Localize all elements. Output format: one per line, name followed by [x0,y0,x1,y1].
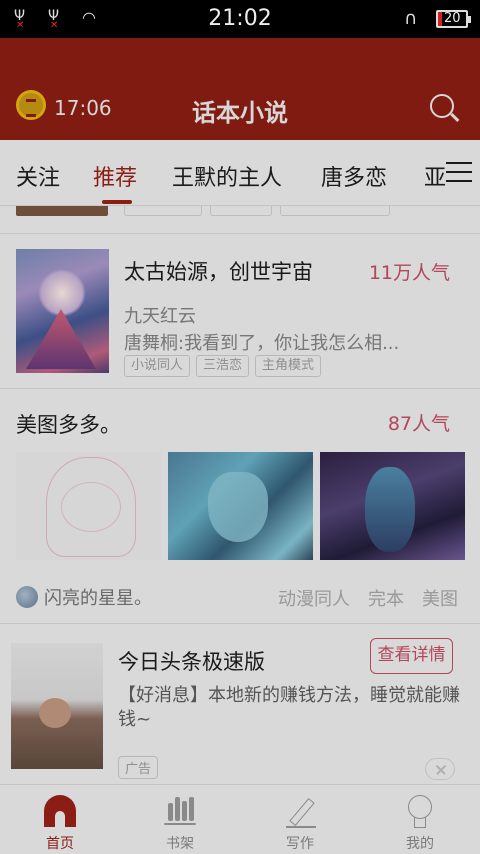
battery-level: 20 [444,11,461,26]
gallery-title[interactable]: 美图多多。 [16,409,121,439]
ad-details-button[interactable]: 查看详情 [370,638,453,674]
status-bar: Ψ ✕ Ψ ✕ ◠ 21:02 ∩ 20 [0,0,480,38]
nav-home[interactable]: 首页 [0,785,120,854]
book-tags: 小说同人 三浩恋 主角模式 [124,355,322,377]
tab-wangmo-master[interactable]: 王默的主人 [172,160,282,192]
gallery-author[interactable]: 闪亮的星星。 [16,584,152,610]
ad-title[interactable]: 今日头条极速版 [118,646,265,676]
active-tab-indicator [102,200,132,204]
tag[interactable]: 完本 [368,585,404,611]
book-excerpt: 唐舞桐:我看到了，你让我怎么相... [124,333,400,354]
gallery-tags: 动漫同人 完本 美图 [278,585,458,611]
tag[interactable]: 小说同人 [124,355,191,377]
tag[interactable]: 三浩恋 [196,355,250,377]
nav-label: 首页 [46,836,74,852]
feed: 太古始源，创世宇宙 11万人气 九天红云 唐舞桐:我看到了，你让我怎么相... … [0,206,480,784]
book-cover[interactable] [16,249,109,373]
bottom-nav: 首页 书架 写作 我的 [0,784,480,854]
nav-bookshelf[interactable]: 书架 [120,785,240,854]
nav-label: 我的 [406,836,434,852]
ad-image[interactable] [11,643,103,769]
tab-recommend[interactable]: 推荐 [93,160,137,192]
page-title: 话本小说 [192,99,288,127]
tag[interactable]: 动漫同人 [278,585,350,611]
nav-write[interactable]: 写作 [240,785,360,854]
book-author: 九天红云 [124,306,196,327]
avatar [16,586,38,608]
search-icon[interactable] [430,94,454,118]
close-icon[interactable] [425,758,455,780]
nav-label: 书架 [166,836,194,852]
ad-label: 广告 [118,756,159,779]
home-icon [44,795,76,827]
gallery-image[interactable] [16,452,161,560]
book-cover [16,206,108,216]
nav-profile[interactable]: 我的 [360,785,480,854]
tag[interactable]: 主角模式 [255,355,322,377]
tag[interactable]: 美图 [422,585,458,611]
gallery-popularity: 87人气 [387,413,450,435]
tab-follow[interactable]: 关注 [16,160,60,192]
tab-bar: 关注 推荐 王默的主人 唐多恋 亚 [0,140,480,206]
ad-card[interactable]: 今日头条极速版 查看详情 【好消息】本地新的赚钱方法，睡觉就能赚钱~ 广告 [0,624,480,784]
profile-icon [406,795,434,829]
nav-label: 写作 [286,836,314,852]
gallery-card[interactable]: 美图多多。 87人气 闪亮的星星。 动漫同人 完本 美图 [0,389,480,624]
gallery-image[interactable] [168,452,313,560]
gallery-image[interactable] [320,452,465,560]
pen-icon [286,797,316,828]
bookshelf-icon [164,797,196,825]
battery-icon: 20 [436,10,471,28]
list-item-partial[interactable] [0,206,480,234]
tab-ya[interactable]: 亚 [424,160,446,192]
book-title[interactable]: 太古始源，创世宇宙 [124,256,313,286]
book-list-item[interactable]: 太古始源，创世宇宙 11万人气 九天红云 唐舞桐:我看到了，你让我怎么相... … [0,234,480,389]
tab-tangduolian[interactable]: 唐多恋 [321,160,387,192]
menu-icon[interactable] [446,162,472,182]
app-header: 17:06 话本小说 [0,38,480,140]
headset-icon: ∩ [404,8,418,29]
book-popularity: 11万人气 [368,262,450,284]
ad-description: 【好消息】本地新的赚钱方法，睡觉就能赚钱~ [118,685,460,730]
gallery-author-name: 闪亮的星星。 [44,588,152,609]
